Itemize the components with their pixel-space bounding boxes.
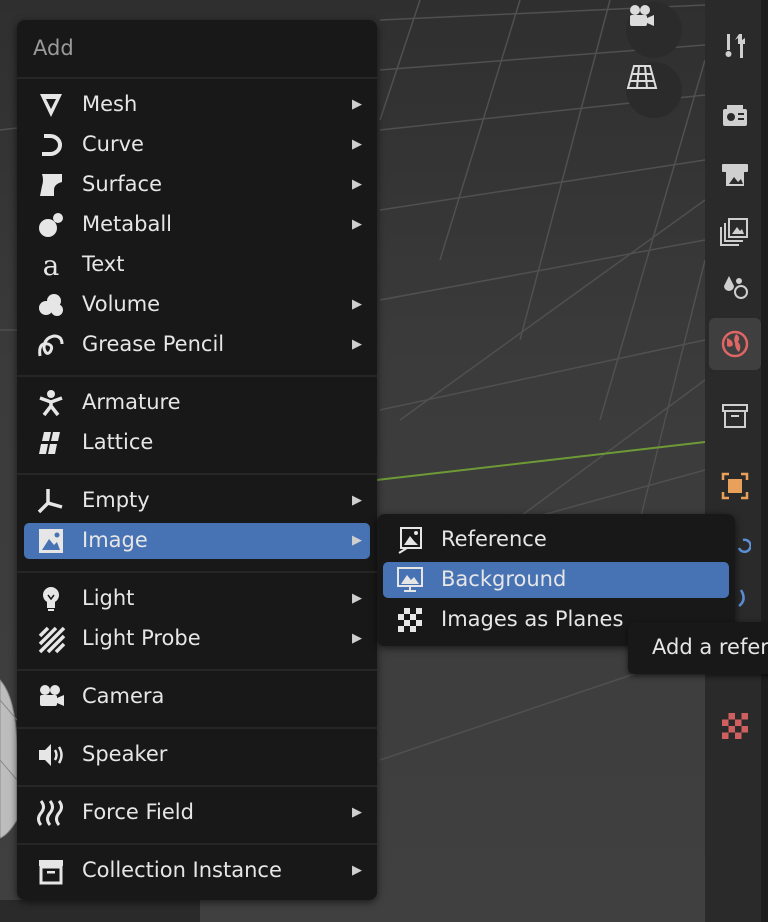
collection-icon — [722, 404, 748, 428]
menu-item-camera[interactable]: Camera — [24, 679, 370, 715]
menu-item-text[interactable]: a Text — [24, 247, 370, 283]
surface-icon — [40, 174, 62, 196]
object-icon — [721, 472, 749, 500]
image-icon — [39, 529, 63, 553]
grid-perspective-icon — [626, 65, 658, 89]
submenu-arrow-icon: ▶ — [352, 217, 362, 232]
submenu-item-background[interactable]: Background — [383, 562, 729, 598]
menu-item-image[interactable]: Image ▶ — [24, 523, 370, 559]
object-tab[interactable] — [709, 460, 761, 512]
menu-separator — [17, 727, 377, 729]
light-icon — [43, 587, 59, 611]
checker-texture-icon — [398, 608, 422, 632]
menu-separator — [17, 669, 377, 671]
menu-title: Add — [33, 36, 74, 60]
menu-item-empty[interactable]: Empty ▶ — [24, 483, 370, 519]
empty-icon — [37, 489, 63, 514]
tool-tab[interactable] — [709, 20, 761, 72]
tool-icon — [725, 34, 745, 58]
menu-separator — [17, 843, 377, 845]
menu-item-lattice[interactable]: Lattice — [24, 425, 370, 461]
scene-tab[interactable] — [709, 262, 761, 314]
submenu-arrow-icon: ▶ — [352, 297, 362, 312]
submenu-arrow-icon: ▶ — [352, 493, 362, 508]
menu-item-mesh[interactable]: Mesh ▶ — [24, 87, 370, 123]
scene-icon — [724, 276, 748, 299]
armature-icon — [39, 390, 63, 417]
camera-view-button[interactable] — [626, 2, 682, 58]
world-tab[interactable] — [709, 318, 761, 370]
view-layer-tab[interactable] — [709, 205, 761, 257]
volume-icon — [39, 294, 63, 316]
menu-item-surface[interactable]: Surface ▶ — [24, 167, 370, 203]
menu-separator — [17, 77, 377, 79]
camera-icon — [40, 685, 64, 706]
menu-item-light-probe[interactable]: Light Probe ▶ — [24, 621, 370, 657]
submenu-arrow-icon: ▶ — [352, 137, 362, 152]
menu-item-metaball[interactable]: Metaball ▶ — [24, 207, 370, 243]
submenu-arrow-icon: ▶ — [352, 97, 362, 112]
grease-pencil-icon — [38, 334, 64, 357]
submenu-item-reference[interactable]: Reference — [383, 522, 729, 558]
properties-sidebar — [705, 0, 768, 922]
collection-tab[interactable] — [709, 390, 761, 442]
lattice-icon — [39, 432, 60, 454]
collection-instance-icon — [39, 860, 63, 885]
submenu-arrow-icon: ▶ — [352, 631, 362, 646]
submenu-arrow-icon: ▶ — [352, 533, 362, 548]
mesh-icon — [40, 94, 62, 117]
menu-item-collection-instance[interactable]: Collection Instance ▶ — [24, 853, 370, 889]
cylinder-mesh — [0, 679, 18, 839]
text-icon: a — [43, 250, 60, 280]
svg-text:a: a — [43, 250, 60, 280]
speaker-icon — [39, 744, 63, 766]
menu-separator — [17, 375, 377, 377]
menu-separator — [17, 571, 377, 573]
background-image-icon — [397, 567, 423, 592]
camera-icon — [630, 5, 654, 26]
render-tab[interactable] — [709, 90, 761, 142]
submenu-arrow-icon: ▶ — [352, 177, 362, 192]
render-icon — [723, 105, 747, 126]
world-icon — [721, 330, 749, 358]
force-field-icon — [37, 800, 63, 826]
perspective-toggle-button[interactable] — [626, 62, 682, 118]
menu-item-curve[interactable]: Curve ▶ — [24, 127, 370, 163]
submenu-arrow-icon: ▶ — [352, 591, 362, 606]
submenu-arrow-icon: ▶ — [352, 863, 362, 878]
metaball-icon — [39, 213, 63, 237]
menu-item-volume[interactable]: Volume ▶ — [24, 287, 370, 323]
add-menu: Add Mesh ▶ Curve ▶ Surface ▶ Metaball ▶ … — [17, 20, 377, 900]
tooltip: Add a refer — [628, 622, 768, 674]
menu-item-grease-pencil[interactable]: Grease Pencil ▶ — [24, 327, 370, 363]
light-probe-icon — [38, 626, 66, 654]
menu-item-light[interactable]: Light ▶ — [24, 581, 370, 617]
menu-item-force-field[interactable]: Force Field ▶ — [24, 795, 370, 831]
reference-image-icon — [398, 527, 422, 554]
texture-tab[interactable] — [709, 700, 761, 752]
output-tab[interactable] — [709, 148, 761, 200]
submenu-arrow-icon: ▶ — [352, 337, 362, 352]
texture-icon — [722, 713, 748, 739]
menu-separator — [17, 785, 377, 787]
submenu-arrow-icon: ▶ — [352, 805, 362, 820]
menu-item-armature[interactable]: Armature — [24, 385, 370, 421]
properties-tab-strip — [705, 0, 761, 922]
view-layer-icon — [720, 218, 748, 246]
curve-icon — [42, 134, 62, 156]
output-icon — [722, 164, 748, 186]
menu-separator — [17, 473, 377, 475]
menu-item-speaker[interactable]: Speaker — [24, 737, 370, 773]
tooltip-text: Add a refer — [652, 635, 768, 659]
